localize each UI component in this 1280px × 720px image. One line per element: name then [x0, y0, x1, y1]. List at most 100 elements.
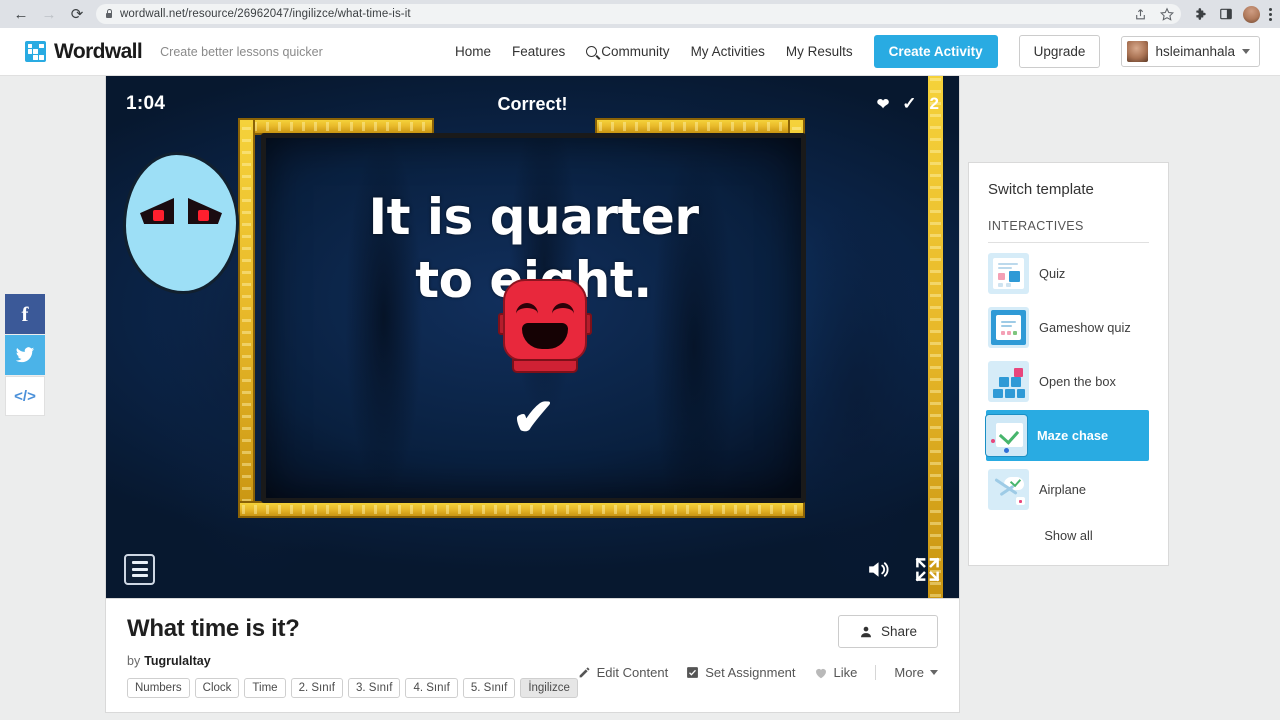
address-bar[interactable]: wordwall.net/resource/26962047/ingilizce…: [96, 4, 1181, 24]
nav-home-label: Home: [455, 44, 492, 59]
action-divider: [875, 665, 877, 680]
show-all-templates-link[interactable]: Show all: [988, 528, 1149, 543]
facebook-share-icon[interactable]: f: [5, 294, 45, 334]
template-item-open-the-box[interactable]: Open the box: [988, 356, 1149, 407]
create-activity-button[interactable]: Create Activity: [873, 35, 998, 68]
three-dot-menu-icon[interactable]: [1269, 7, 1272, 21]
question-panel: It is quarter to eight. ✔: [261, 133, 806, 503]
template-label: Maze chase: [1037, 428, 1109, 443]
robot-player-icon: [498, 279, 592, 383]
avatar: [1127, 41, 1149, 62]
open-the-box-thumbnail-icon: [988, 361, 1029, 402]
forward-arrow-icon[interactable]: →: [36, 1, 62, 27]
maze-wall: [238, 118, 255, 518]
ghost-character-icon: [123, 152, 239, 294]
gameshow-quiz-thumbnail-icon: [988, 307, 1029, 348]
browser-toolbar: ← → ⟳ wordwall.net/resource/26962047/ing…: [0, 0, 1280, 28]
tag-item[interactable]: 3. Sınıf: [348, 678, 401, 698]
person-icon: [861, 626, 871, 637]
browser-extension-icons: [1193, 5, 1272, 23]
template-item-gameshow-quiz[interactable]: Gameshow quiz: [988, 302, 1149, 353]
tag-item[interactable]: 5. Sınıf: [462, 678, 516, 698]
share-button[interactable]: Share: [837, 615, 938, 648]
main-column: It is quarter to eight. ✔ 1:04: [105, 76, 960, 720]
nav-my-results[interactable]: My Results: [786, 44, 853, 59]
star-icon[interactable]: [1159, 6, 1175, 22]
nav-features[interactable]: Features: [512, 44, 565, 59]
maze-wall: [238, 501, 805, 518]
template-label: Airplane: [1039, 482, 1086, 497]
nav-community[interactable]: Community: [586, 44, 670, 59]
upgrade-button[interactable]: Upgrade: [1018, 35, 1101, 68]
side-panel-icon[interactable]: [1218, 6, 1234, 22]
nav-community-label: Community: [601, 44, 670, 59]
edit-content-action[interactable]: Edit Content: [578, 665, 669, 680]
tag-item[interactable]: 2. Sınıf: [290, 678, 343, 698]
template-item-maze-chase[interactable]: Maze chase: [985, 410, 1149, 461]
share-icon[interactable]: [1132, 6, 1148, 22]
twitter-share-icon[interactable]: [5, 335, 45, 375]
reload-icon[interactable]: ⟳: [64, 1, 90, 27]
fullscreen-icon[interactable]: [914, 556, 941, 583]
like-label: Like: [833, 665, 858, 680]
embed-code-icon[interactable]: </>: [5, 376, 45, 416]
tag-list: Numbers Clock Time 2. Sınıf 3. Sınıf 4. …: [127, 678, 938, 698]
nav-my-results-label: My Results: [785, 44, 853, 59]
chevron-down-icon: [1242, 49, 1250, 54]
template-item-airplane[interactable]: Airplane: [988, 464, 1149, 515]
hamburger-menu-icon[interactable]: [124, 553, 155, 585]
back-arrow-icon[interactable]: ←: [8, 1, 34, 27]
quiz-thumbnail-icon: [988, 253, 1029, 294]
game-score-area: ❤ ✓ 2: [877, 94, 939, 114]
set-assignment-action[interactable]: Set Assignment: [686, 665, 796, 680]
heart-icon: [815, 668, 826, 678]
user-name-label: hsleimanhala: [1155, 44, 1235, 59]
game-hud: 1:04 Correct! ❤ ✓ 2: [106, 76, 959, 132]
activity-info-card: What time is it? by Tugrulaltay Numbers C…: [105, 599, 960, 713]
author-name[interactable]: Tugrulaltay: [144, 654, 210, 668]
template-label: Quiz: [1039, 266, 1066, 281]
template-list: Quiz Gameshow quiz Open the box Maze cha…: [985, 248, 1149, 515]
switch-template-panel: Switch template INTERACTIVES Quiz Gamesh…: [968, 162, 1169, 566]
edit-content-label: Edit Content: [596, 665, 669, 680]
main-navigation: Home Features Community My Activities My…: [455, 35, 1260, 68]
maze-chase-thumbnail-icon: [985, 414, 1028, 457]
tag-item[interactable]: Time: [244, 678, 286, 698]
lock-icon: [104, 9, 113, 20]
site-tagline: Create better lessons quicker: [160, 44, 323, 59]
heart-icon: ❤: [876, 96, 890, 113]
speaker-icon[interactable]: [863, 557, 892, 582]
question-line-1: It is quarter: [368, 188, 699, 246]
puzzle-piece-icon[interactable]: [1193, 6, 1209, 22]
tag-item[interactable]: Numbers: [127, 678, 190, 698]
profile-avatar-icon[interactable]: [1243, 5, 1260, 23]
check-icon: ✓: [902, 94, 917, 113]
game-player[interactable]: It is quarter to eight. ✔ 1:04: [105, 76, 960, 599]
game-score: 2: [929, 94, 939, 113]
logo-text: Wordwall: [54, 39, 143, 63]
nav-my-activities[interactable]: My Activities: [691, 44, 765, 59]
correct-check-icon: ✔: [511, 389, 556, 447]
tag-item[interactable]: Clock: [194, 678, 240, 698]
site-header: Wordwall Create better lessons quicker H…: [0, 28, 1280, 76]
template-item-quiz[interactable]: Quiz: [988, 248, 1149, 299]
checkbox-icon: [687, 667, 699, 678]
tag-item[interactable]: 4. Sınıf: [405, 678, 458, 698]
airplane-thumbnail-icon: [988, 469, 1029, 510]
wordwall-logo-icon: [25, 41, 46, 62]
search-icon: [586, 46, 598, 57]
tag-item-active[interactable]: İngilizce: [520, 678, 578, 698]
template-label: Gameshow quiz: [1039, 320, 1131, 335]
user-menu[interactable]: hsleimanhala: [1121, 36, 1260, 67]
maze-wall: [928, 76, 943, 598]
by-label: by: [127, 654, 141, 668]
nav-home[interactable]: Home: [455, 44, 491, 59]
template-label: Open the box: [1039, 374, 1116, 389]
more-label: More: [894, 665, 924, 680]
more-action[interactable]: More: [894, 665, 938, 680]
wordwall-logo[interactable]: Wordwall: [25, 39, 143, 64]
player-controls: [106, 540, 959, 598]
url-text: wordwall.net/resource/26962047/ingilizce…: [120, 8, 411, 20]
like-action[interactable]: Like: [814, 665, 858, 680]
interactives-section-label: INTERACTIVES: [988, 219, 1149, 243]
